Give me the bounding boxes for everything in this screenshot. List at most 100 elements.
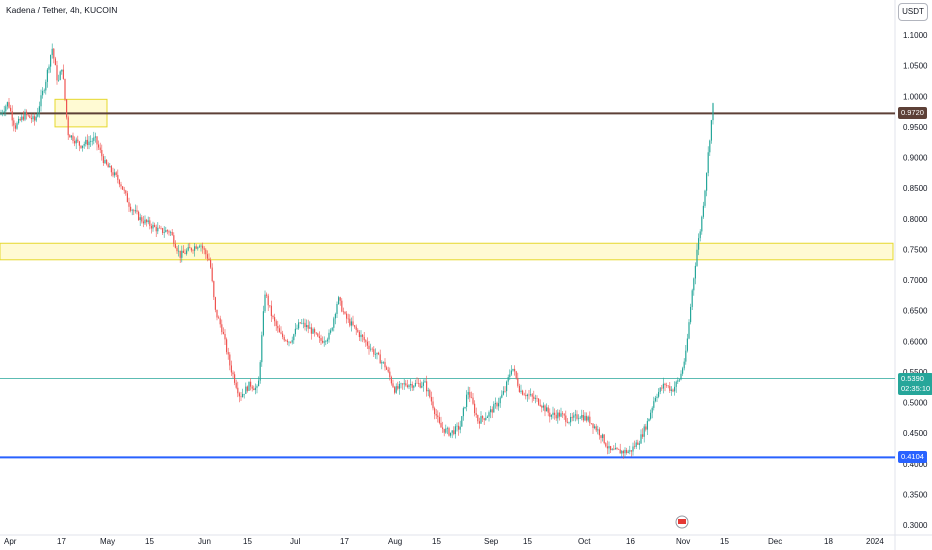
candle-body	[416, 382, 418, 384]
candle-body	[134, 210, 136, 212]
candle-body	[114, 172, 116, 176]
candle-body	[645, 426, 647, 430]
candle-body	[690, 306, 692, 323]
price-tick-label: 0.6500	[903, 307, 928, 316]
candle-body	[669, 386, 671, 391]
candle-body	[40, 95, 42, 107]
candle-body	[62, 69, 64, 79]
candle-body	[554, 412, 556, 415]
candle-body	[565, 415, 567, 422]
time-tick-label: 15	[720, 537, 729, 546]
candle-body	[570, 416, 572, 423]
candle-body	[155, 226, 157, 232]
candle-body	[474, 403, 476, 414]
candle-body	[86, 139, 88, 146]
candle-body	[216, 309, 218, 318]
candle-body	[306, 325, 308, 328]
candle-body	[142, 221, 144, 224]
candle-body	[107, 164, 109, 168]
candle-body	[334, 313, 336, 319]
candle-body	[606, 446, 608, 449]
candle-body	[448, 428, 450, 436]
candle-body	[394, 387, 396, 393]
candle-body	[35, 116, 37, 121]
time-tick-label: 17	[57, 537, 66, 546]
candle-body	[365, 340, 367, 342]
candle-body	[277, 325, 279, 329]
candle-body	[5, 106, 7, 112]
candle-body	[214, 297, 216, 310]
candle-body	[366, 341, 368, 346]
candle-body	[341, 300, 343, 312]
candle-body	[706, 172, 708, 191]
candle-body	[18, 118, 20, 124]
candle-body	[179, 250, 181, 258]
candle-body	[14, 125, 16, 129]
candle-body	[293, 334, 295, 341]
candle-body	[707, 152, 709, 173]
candle-body	[338, 297, 340, 305]
candle-body	[16, 123, 18, 129]
candle-body	[573, 415, 575, 418]
candle-body	[434, 408, 436, 415]
candle-body	[304, 322, 306, 328]
candle-body	[584, 415, 586, 421]
candle-body	[598, 429, 600, 436]
candle-body	[659, 387, 661, 392]
candle-body	[282, 333, 284, 337]
candle-body	[592, 423, 594, 428]
candle-body	[661, 387, 663, 389]
time-tick-label: Jun	[198, 537, 211, 546]
candle-body	[397, 386, 399, 389]
candle-body	[510, 370, 512, 375]
candle-body	[626, 449, 628, 453]
candle-body	[27, 114, 29, 116]
candle-body	[26, 111, 28, 115]
candle-body	[22, 116, 24, 120]
time-tick-label: Jul	[290, 537, 300, 546]
candle-body	[323, 341, 325, 343]
candle-body	[90, 141, 92, 142]
candle-body	[517, 377, 519, 386]
candle-body	[146, 219, 148, 223]
candle-body	[269, 305, 271, 306]
candle-body	[77, 139, 79, 142]
candle-body	[646, 421, 648, 430]
candle-body	[178, 250, 180, 252]
support-price-tag: 0.4104	[898, 451, 927, 464]
candle-body	[392, 383, 394, 388]
candle-body	[310, 327, 312, 334]
candle-body	[373, 349, 375, 355]
candle-body	[368, 345, 370, 350]
candle-body	[330, 330, 332, 333]
candle-body	[88, 141, 90, 146]
candle-body	[29, 115, 31, 118]
resistance-price-tag: 0.9720	[898, 107, 927, 120]
currency-button[interactable]: USDT	[898, 3, 928, 21]
candle-body	[648, 418, 650, 422]
price-tick-label: 0.4500	[903, 429, 928, 438]
time-tick-label: Aug	[388, 537, 402, 546]
candle-body	[664, 383, 666, 386]
candle-body	[85, 139, 87, 144]
candle-body	[350, 321, 352, 326]
candle-body	[290, 341, 292, 343]
candle-body	[147, 220, 149, 223]
price-chart[interactable]: 1.1000 1.0500 1.0000 0.9500 0.9000 0.8500 0.80…	[0, 0, 932, 550]
candle-body	[106, 160, 108, 165]
candle-body	[493, 404, 495, 413]
candle-body	[157, 227, 159, 232]
candle-body	[478, 421, 480, 424]
candle-body	[672, 389, 674, 392]
candle-body	[674, 386, 676, 392]
candle-body	[677, 380, 679, 382]
candle-body	[333, 318, 335, 328]
candle-body	[286, 340, 288, 343]
candle-body	[630, 450, 632, 452]
candle-body	[586, 415, 588, 421]
candle-body	[432, 401, 434, 409]
candle-body	[331, 327, 333, 331]
candle-body	[245, 386, 247, 394]
candle-body	[504, 391, 506, 392]
candle-body	[162, 228, 164, 233]
